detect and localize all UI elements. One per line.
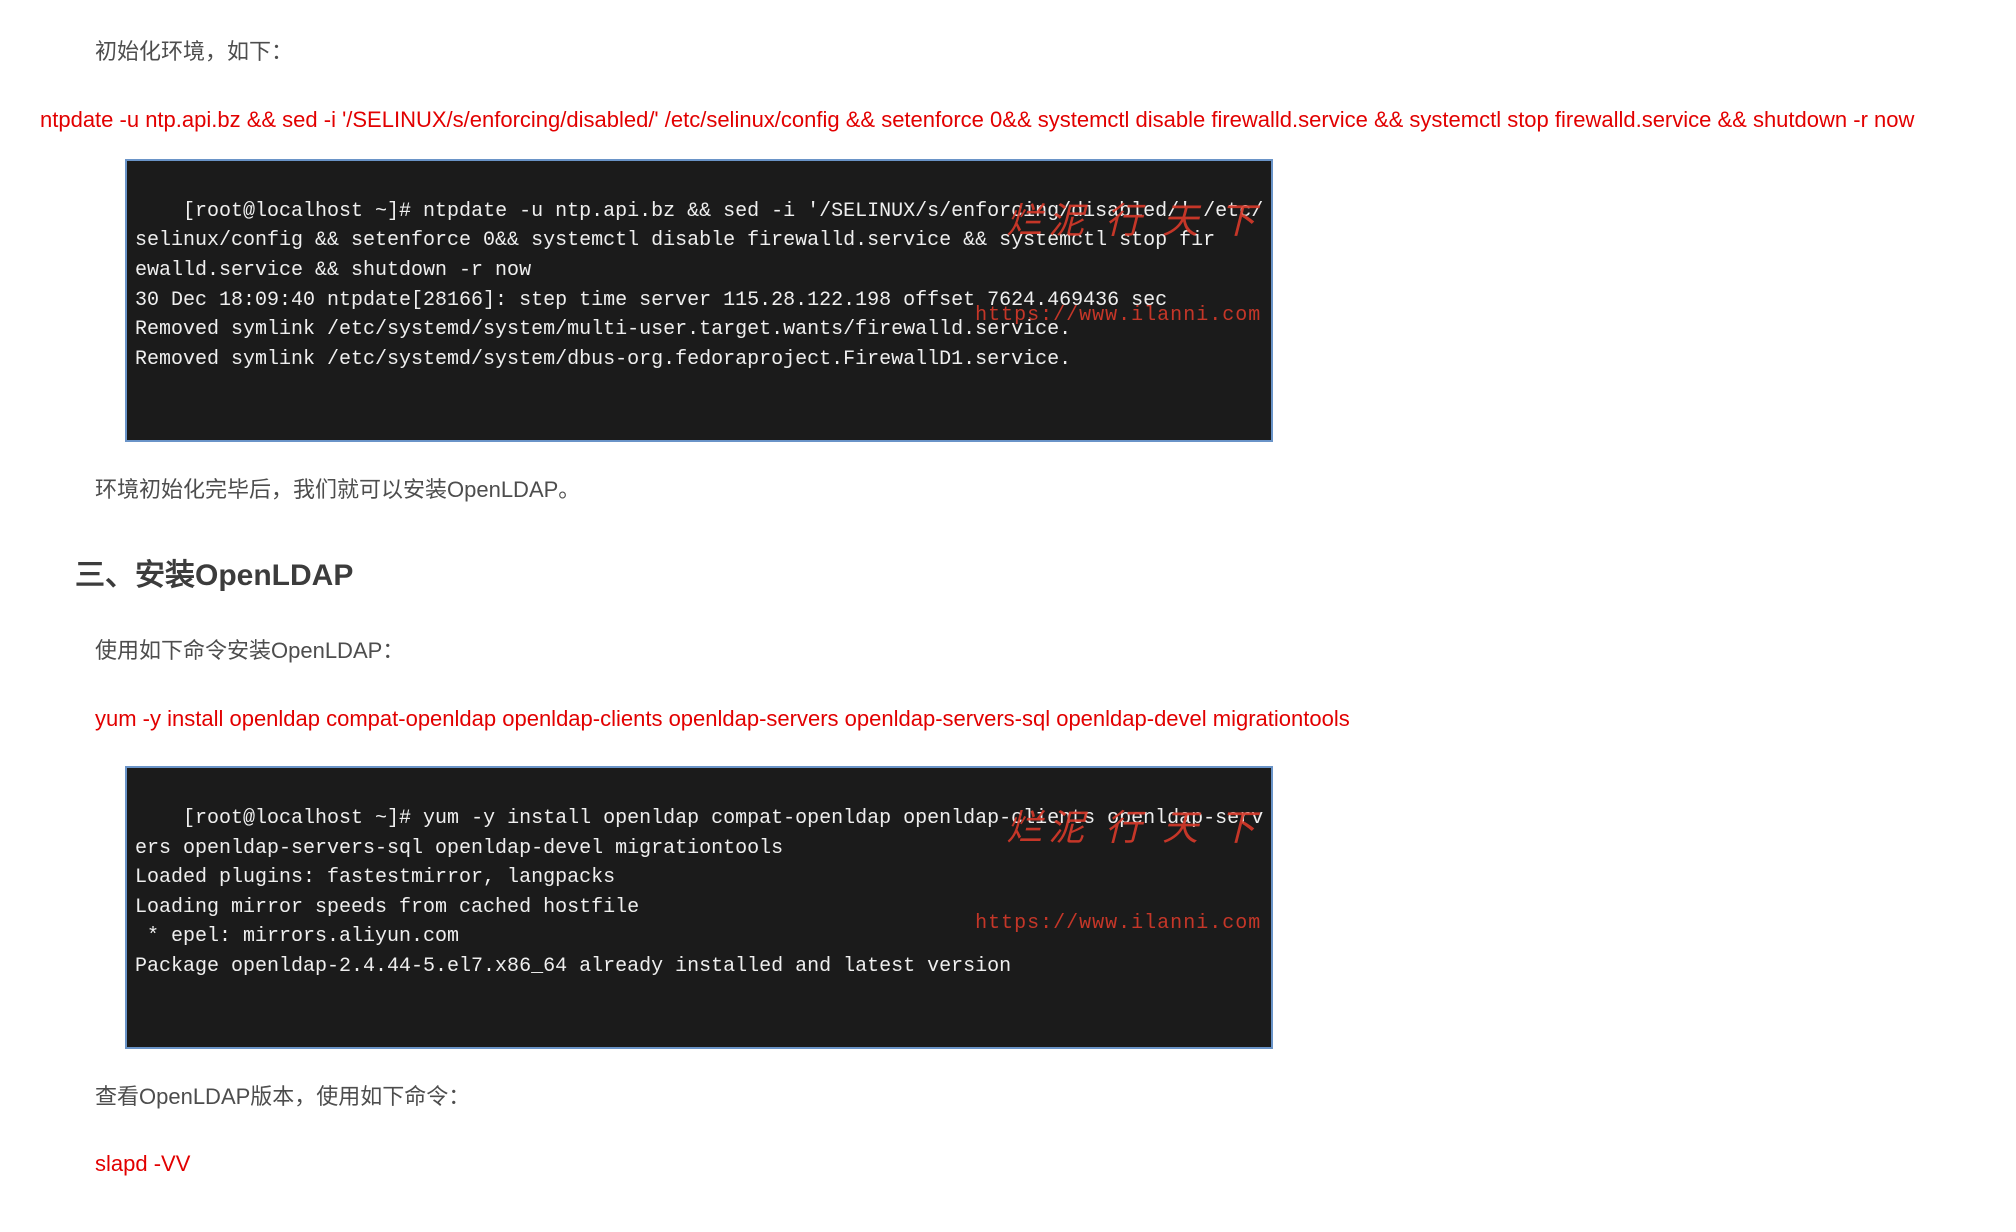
terminal-output-2: [root@localhost ~]# yum -y install openl… xyxy=(125,766,1273,1048)
intro-init-env: 初始化环境，如下： xyxy=(95,32,1976,72)
cmd-yum-install: yum -y install openldap compat-openldap … xyxy=(95,699,1976,739)
cmd-slapd-vv: slapd -VV xyxy=(95,1144,1976,1184)
terminal-output-1-text: [root@localhost ~]# ntpdate -u ntp.api.b… xyxy=(135,200,1263,371)
terminal-output-2-wrap: [root@localhost ~]# yum -y install openl… xyxy=(125,766,1976,1048)
terminal-output-1: [root@localhost ~]# ntpdate -u ntp.api.b… xyxy=(125,159,1273,441)
install-intro: 使用如下命令安装OpenLDAP： xyxy=(95,631,1976,671)
terminal-output-1-wrap: [root@localhost ~]# ntpdate -u ntp.api.b… xyxy=(125,159,1976,441)
terminal-output-2-text: [root@localhost ~]# yum -y install openl… xyxy=(135,807,1263,978)
cmd-init-env: ntpdate -u ntp.api.bz && sed -i '/SELINU… xyxy=(40,100,1976,140)
post-init-env: 环境初始化完毕后，我们就可以安装OpenLDAP。 xyxy=(95,470,1976,510)
check-version-intro: 查看OpenLDAP版本，使用如下命令： xyxy=(95,1077,1976,1117)
section-install-openldap: 三、安装OpenLDAP xyxy=(75,549,1976,603)
watermark-2: 烂泥 行 天 下 https://www.ilanni.com xyxy=(916,749,1261,1045)
watermark-sub-2: https://www.ilanni.com xyxy=(916,909,1261,939)
